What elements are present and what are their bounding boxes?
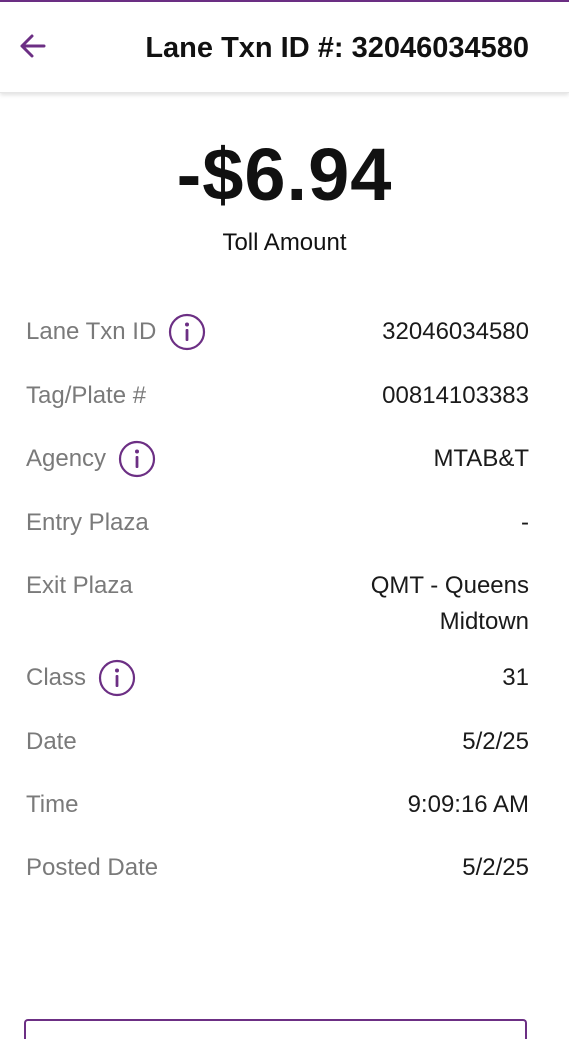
toll-amount-value: -$6.94 [176, 133, 393, 216]
info-icon [118, 440, 156, 478]
bottom-action-button[interactable] [24, 1019, 527, 1039]
agency-value: MTAB&T [433, 445, 529, 472]
agency-label: Agency [26, 445, 107, 472]
class-info-button[interactable] [98, 659, 136, 697]
lane-txn-id-value: 32046034580 [382, 318, 529, 345]
transaction-details: Lane Txn ID 32046034580 Tag/Plate # 0081… [26, 310, 529, 890]
posted-date-value: 5/2/25 [462, 854, 529, 881]
class-value: 31 [502, 664, 529, 691]
exit-plaza-value: QMT - Queens Midtown [370, 572, 529, 635]
detail-row-exit-plaza: Exit Plaza QMT - Queens Midtown [26, 564, 529, 640]
class-label: Class [26, 664, 87, 691]
date-value: 5/2/25 [462, 728, 529, 755]
detail-row-tag-plate: Tag/Plate # 00814103383 [26, 374, 529, 418]
detail-row-agency: Agency MTAB&T [26, 437, 529, 481]
exit-plaza-label: Exit Plaza [26, 572, 133, 599]
posted-date-label: Posted Date [26, 854, 159, 881]
detail-row-entry-plaza: Entry Plaza - [26, 501, 529, 545]
detail-row-posted-date: Posted Date 5/2/25 [26, 846, 529, 890]
arrow-left-icon [20, 34, 46, 58]
page-title: Lane Txn ID #: 32046034580 [145, 32, 529, 64]
tag-plate-label: Tag/Plate # [26, 382, 147, 409]
lane-txn-id-info-button[interactable] [168, 313, 206, 351]
app-header: Lane Txn ID #: 32046034580 [0, 2, 569, 93]
tag-plate-value: 00814103383 [382, 382, 529, 409]
entry-plaza-label: Entry Plaza [26, 509, 149, 536]
agency-info-button[interactable] [118, 440, 156, 478]
lane-txn-id-label: Lane Txn ID [26, 318, 157, 345]
detail-row-date: Date 5/2/25 [26, 720, 529, 764]
date-label: Date [26, 728, 77, 755]
back-button[interactable] [10, 24, 54, 68]
time-value: 9:09:16 AM [407, 791, 529, 818]
detail-row-time: Time 9:09:16 AM [26, 783, 529, 827]
time-label: Time [26, 791, 79, 818]
info-icon [98, 659, 136, 697]
detail-row-class: Class 31 [26, 656, 529, 700]
entry-plaza-value: - [521, 509, 529, 536]
detail-row-lane-txn-id: Lane Txn ID 32046034580 [26, 310, 529, 354]
info-icon [169, 313, 206, 351]
toll-amount-label: Toll Amount [222, 229, 347, 256]
toll-amount-summary: -$6.94 Toll Amount [0, 130, 569, 258]
